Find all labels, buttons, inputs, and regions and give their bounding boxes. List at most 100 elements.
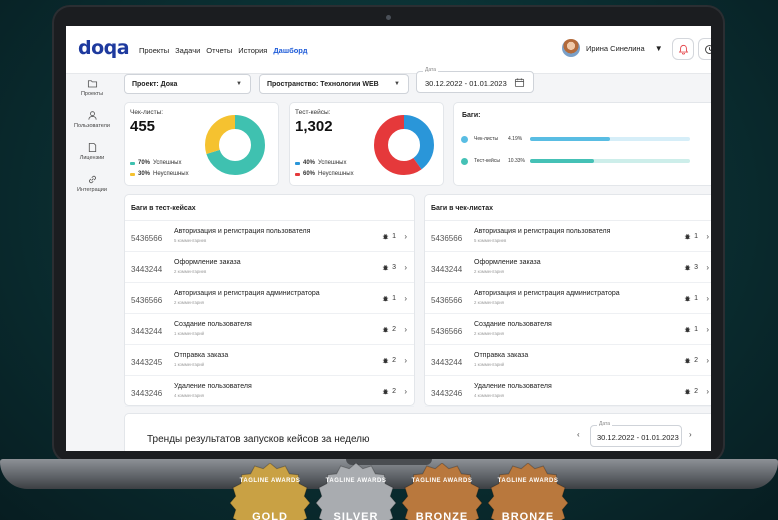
bug-count: 1 <box>684 295 698 302</box>
testcases-kpi-card: Тест-кейсы: 1,302 40% Успешных 60% Неусп… <box>289 102 444 186</box>
top-navigation: doqa Проекты Задачи Отчеты История Дашбо… <box>66 26 711 74</box>
item-comments: 2 комментария <box>474 269 504 274</box>
trends-date-field[interactable]: Дата 30.12.2022 - 01.01.2023 <box>590 421 682 447</box>
legend-label: Успешных <box>318 160 347 166</box>
bug-icon <box>382 264 389 271</box>
chevron-left-icon[interactable]: ‹ <box>577 430 580 439</box>
list-item[interactable]: 3443246 Удаление пользователя 4 комментари… <box>425 376 711 407</box>
award-caption: TAGLINE AWARDS <box>239 478 301 484</box>
avatar <box>562 39 580 57</box>
bug-icon <box>684 233 691 240</box>
chevron-right-icon[interactable]: › <box>404 263 407 272</box>
chevron-right-icon[interactable]: › <box>404 387 407 396</box>
item-title: Удаление пользователя <box>174 383 252 390</box>
item-id: 3443245 <box>131 358 163 367</box>
item-comments: 2 комментария <box>174 300 204 305</box>
sidebar-item-projects[interactable]: Проекты <box>66 78 118 97</box>
sidebar-item-label: Лицензии <box>79 155 105 161</box>
bug-count: 2 <box>684 357 698 364</box>
list-item[interactable]: 3443244 Создание пользователя 1 комментари… <box>125 314 414 345</box>
item-title: Авторизация и регистрация администратора <box>474 290 620 297</box>
bug-count-value: 3 <box>392 264 396 271</box>
nav-link-reports[interactable]: Отчеты <box>206 46 232 55</box>
chevron-right-icon[interactable]: › <box>404 356 407 365</box>
date-range-field[interactable]: Дата 30.12.2022 - 01.01.2023 <box>416 67 534 93</box>
item-title: Оформление заказа <box>174 259 241 266</box>
chevron-right-icon[interactable]: › <box>706 263 709 272</box>
list-item[interactable]: 5436566 Создание пользователя 2 комментари… <box>425 314 711 345</box>
item-comments: 4 комментария <box>174 393 204 398</box>
chevron-down-icon[interactable]: ▼ <box>655 44 663 53</box>
award-level: SILVER <box>333 511 379 520</box>
item-title: Отправка заказа <box>174 352 229 359</box>
legend-label: Неуспешных <box>153 171 189 177</box>
bug-icon <box>684 264 691 271</box>
user-menu[interactable]: Ирина Синелина ▼ <box>562 39 663 57</box>
chevron-right-icon[interactable]: › <box>706 232 709 241</box>
list-item[interactable]: 3443244 Оформление заказа 2 комментария 3 › <box>425 252 711 283</box>
legend-fail: 60% Неуспешных <box>295 171 354 177</box>
space-select[interactable]: Пространство: Технологии WEB ▼ <box>259 74 409 94</box>
list-item[interactable]: 3443245 Отправка заказа 1 комментарий 2 › <box>125 345 414 376</box>
sidebar-item-licenses[interactable]: Лицензии <box>66 142 118 161</box>
list-item[interactable]: 5436566 Авторизация и регистрация админис… <box>425 283 711 314</box>
bug-progress-fill <box>530 137 610 141</box>
bug-count: 1 <box>684 233 698 240</box>
user-icon <box>87 111 97 120</box>
item-id: 3443246 <box>131 389 163 398</box>
item-title: Авторизация и регистрация пользователя <box>174 228 311 235</box>
item-title: Авторизация и регистрация администратора <box>174 290 320 297</box>
chevron-right-icon[interactable]: › <box>404 325 407 334</box>
sidebar-item-users[interactable]: Пользователи <box>66 110 118 129</box>
legend-swatch <box>295 161 300 165</box>
link-icon <box>88 175 96 184</box>
dashboard-screen: doqa Проекты Задачи Отчеты История Дашбо… <box>66 26 711 451</box>
chevron-right-icon[interactable]: › <box>706 325 709 334</box>
logo[interactable]: doqa <box>78 37 130 59</box>
bug-count-value: 3 <box>694 264 698 271</box>
item-id: 5436566 <box>131 296 163 305</box>
nav-link-tasks[interactable]: Задачи <box>175 46 200 55</box>
bug-name: Чек-листы <box>474 136 499 142</box>
bug-icon <box>382 233 389 240</box>
bug-dot <box>461 135 468 143</box>
list-item[interactable]: 3443246 Удаление пользователя 4 комментари… <box>125 376 414 407</box>
list-item[interactable]: 3443244 Отправка заказа 1 комментарий 2 › <box>425 345 711 376</box>
camera-dot <box>386 15 391 20</box>
item-comments: 1 комментарий <box>474 362 505 367</box>
sidebar-item-integrations[interactable]: Интеграции <box>66 174 118 193</box>
license-icon <box>88 142 96 153</box>
chevron-right-icon[interactable]: › <box>706 387 709 396</box>
chevron-right-icon[interactable]: › <box>404 232 407 241</box>
chevron-right-icon[interactable]: › <box>404 294 407 303</box>
chevron-right-icon[interactable]: › <box>706 356 709 365</box>
date-range-value: 30.12.2022 - 01.01.2023 <box>425 79 507 88</box>
chevron-right-icon[interactable]: › <box>689 430 692 439</box>
nav-link-history[interactable]: История <box>238 46 267 55</box>
history-icon <box>704 44 711 54</box>
checklists-donut-chart <box>205 115 265 175</box>
list-item[interactable]: 5436566 Авторизация и регистрация пользов… <box>425 221 711 252</box>
bug-dot <box>461 157 468 165</box>
bug-progress-fill <box>530 159 594 163</box>
legend-pct: 70% <box>138 160 151 166</box>
nav-link-dashboard[interactable]: Дашборд <box>273 46 307 55</box>
bug-count-value: 1 <box>694 295 698 302</box>
calendar-icon[interactable] <box>514 77 525 88</box>
trends-date-value: 30.12.2022 - 01.01.2023 <box>597 433 679 442</box>
bug-count-value: 2 <box>694 357 698 364</box>
nav-link-projects[interactable]: Проекты <box>139 46 169 55</box>
chevron-right-icon[interactable]: › <box>706 294 709 303</box>
bug-count: 2 <box>382 388 396 395</box>
item-comments: 5 комментариев <box>474 238 507 243</box>
space-select-value: Пространство: Технологии WEB <box>267 81 379 88</box>
legend-swatch <box>295 172 300 176</box>
list-item[interactable]: 5436566 Авторизация и регистрация пользов… <box>125 221 414 252</box>
list-item[interactable]: 5436566 Авторизация и регистрация админис… <box>125 283 414 314</box>
list-item[interactable]: 3443244 Оформление заказа 2 комментариев 3 › <box>125 252 414 283</box>
kpi-value: 455 <box>130 118 156 135</box>
history-button[interactable] <box>698 38 711 60</box>
notifications-button[interactable] <box>672 38 694 60</box>
project-select[interactable]: Проект: Дока ▼ <box>124 74 251 94</box>
bug-icon <box>382 357 389 364</box>
